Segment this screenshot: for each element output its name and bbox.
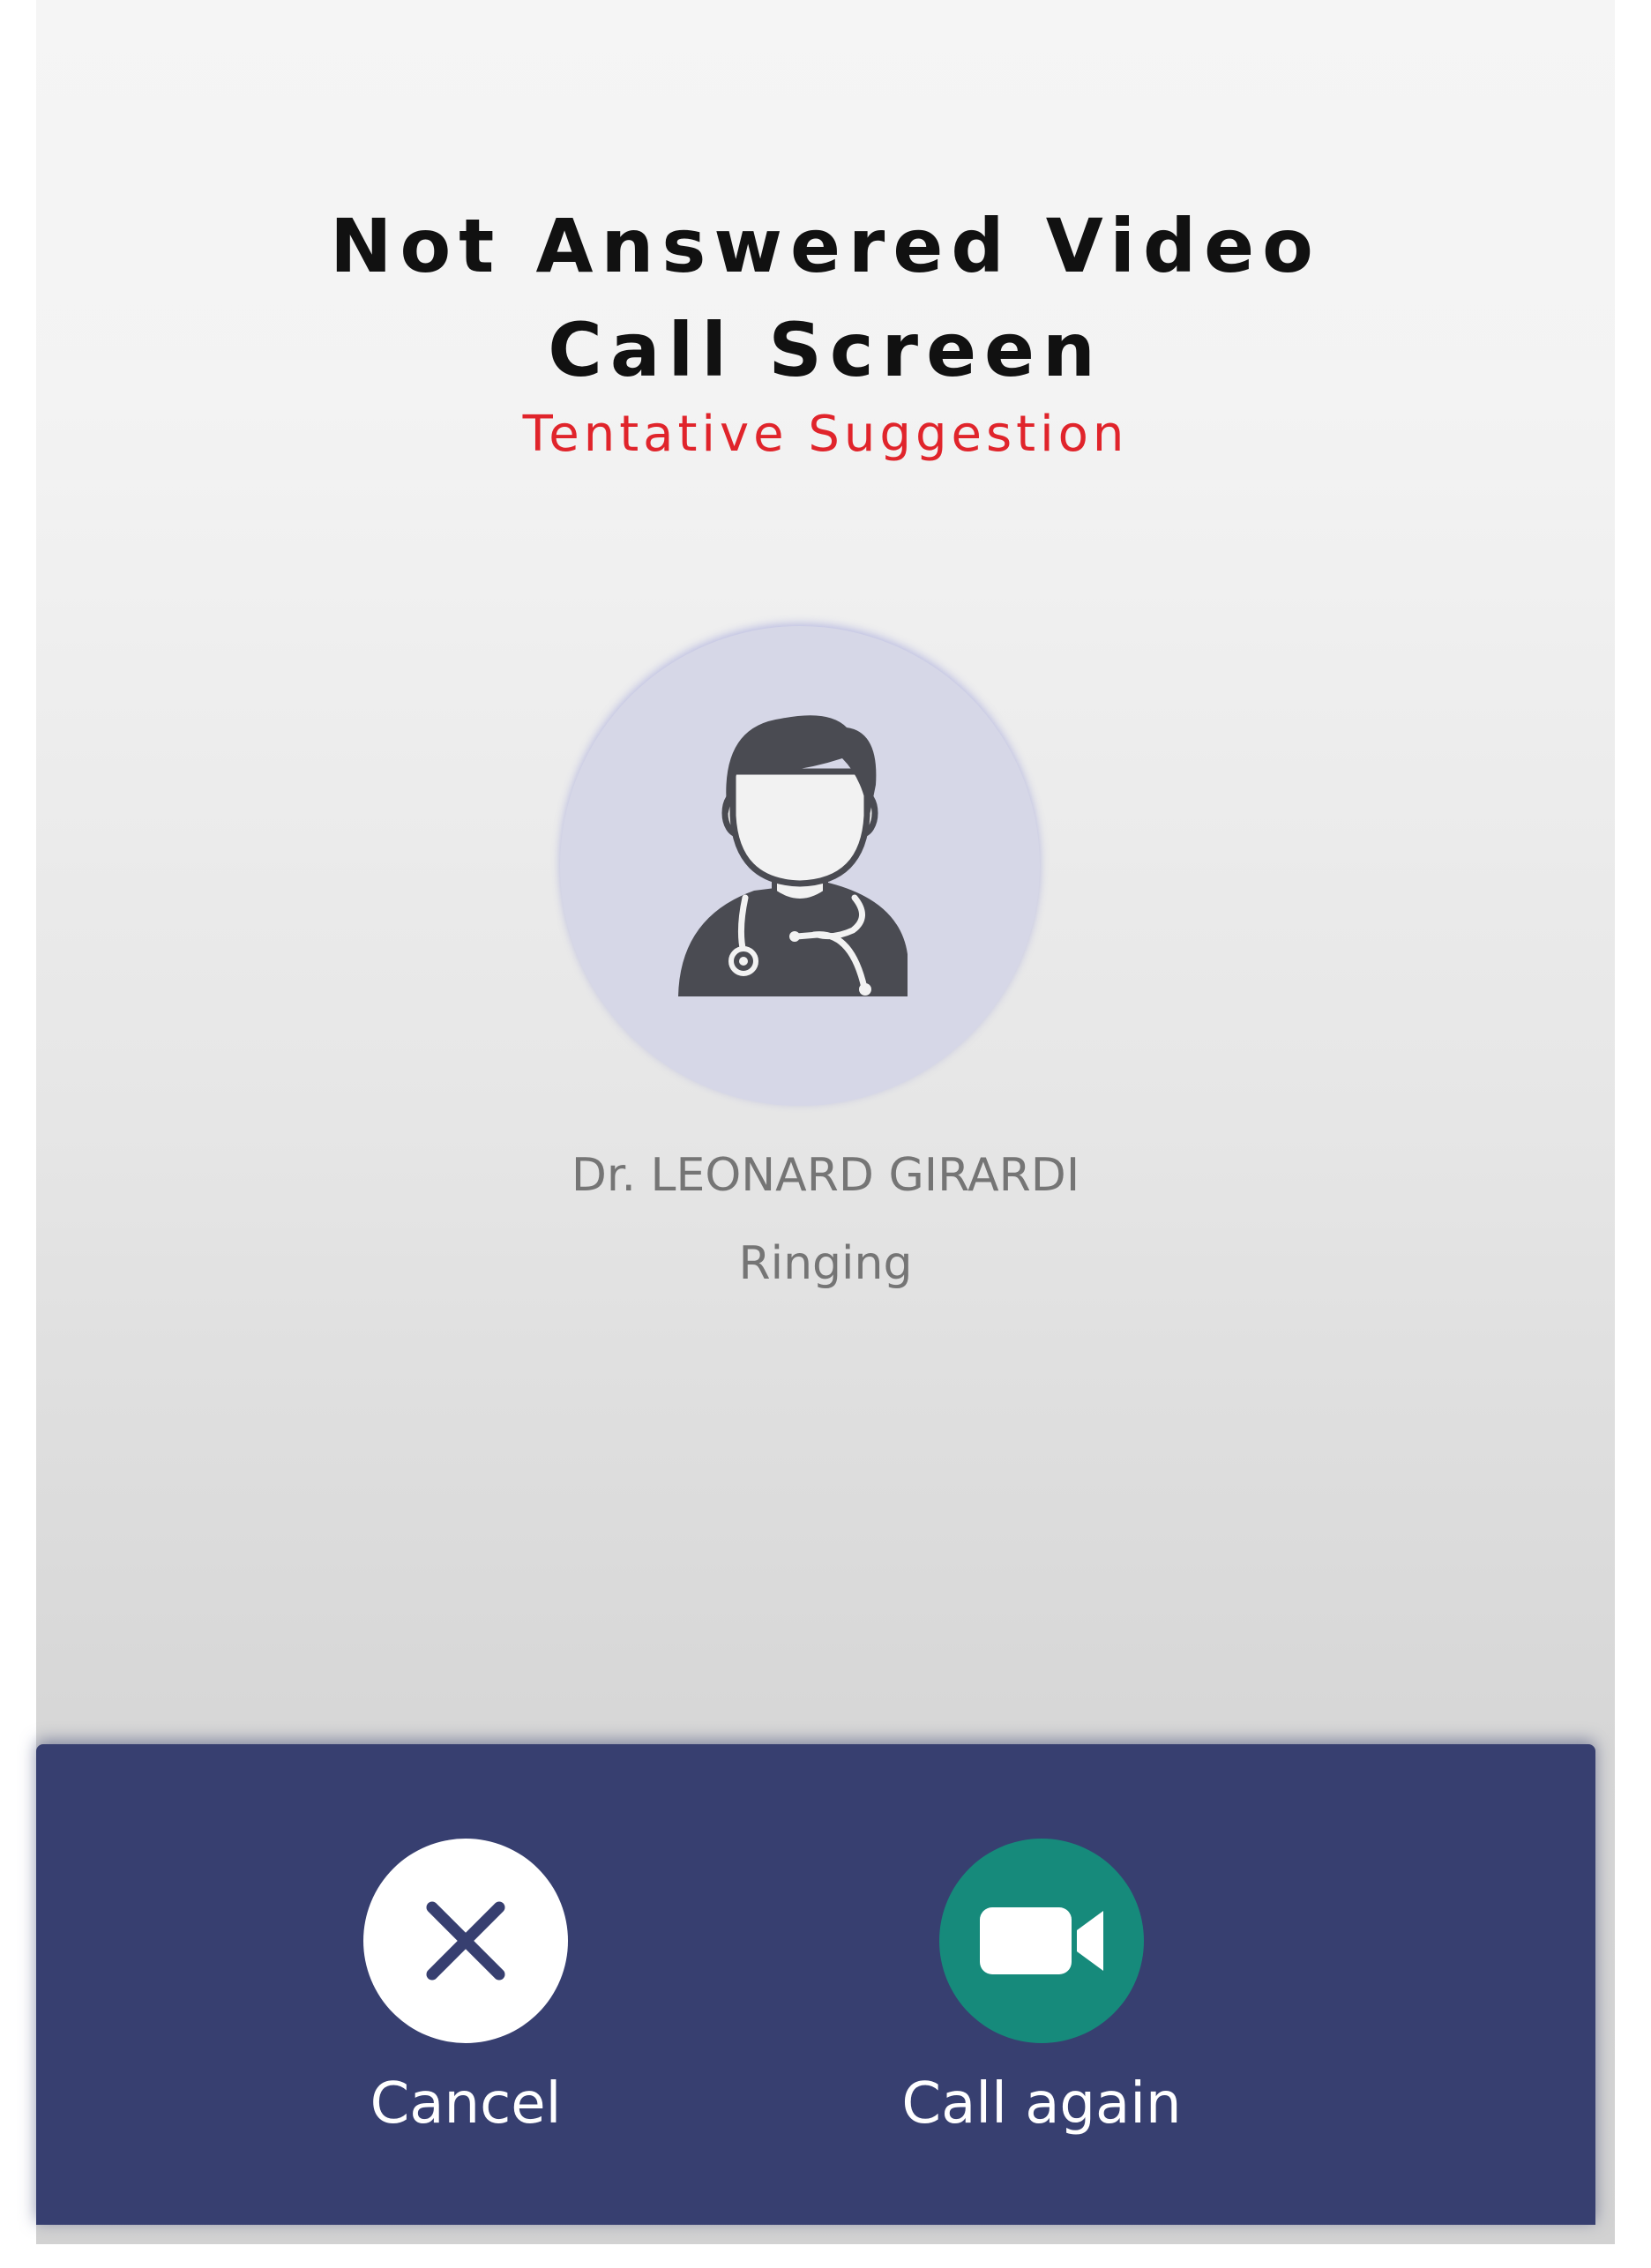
callee-name: Dr. LEONARD GIRARDI xyxy=(571,1149,1080,1202)
page-subtitle: Tentative Suggestion xyxy=(522,406,1129,463)
page-title: Not Answered Video Call Screen xyxy=(36,194,1615,402)
call-again-label: Call again xyxy=(901,2071,1182,2137)
doctor-avatar-icon xyxy=(678,715,908,996)
video-camera-icon xyxy=(980,1907,1103,1974)
call-status: Ringing xyxy=(738,1237,913,1290)
avatar xyxy=(560,626,1040,1106)
call-action-bar: Cancel Call again xyxy=(36,1744,1595,2225)
page-title-line-2: Call Screen xyxy=(548,307,1103,393)
cancel-label: Cancel xyxy=(370,2071,562,2137)
cancel-action: Cancel xyxy=(263,1744,669,2225)
cancel-button[interactable] xyxy=(363,1839,568,2043)
page-title-line-1: Not Answered Video xyxy=(330,203,1321,289)
call-again-button[interactable] xyxy=(939,1839,1144,2043)
call-again-action: Call again xyxy=(839,1744,1244,2225)
close-icon xyxy=(426,1901,505,1981)
